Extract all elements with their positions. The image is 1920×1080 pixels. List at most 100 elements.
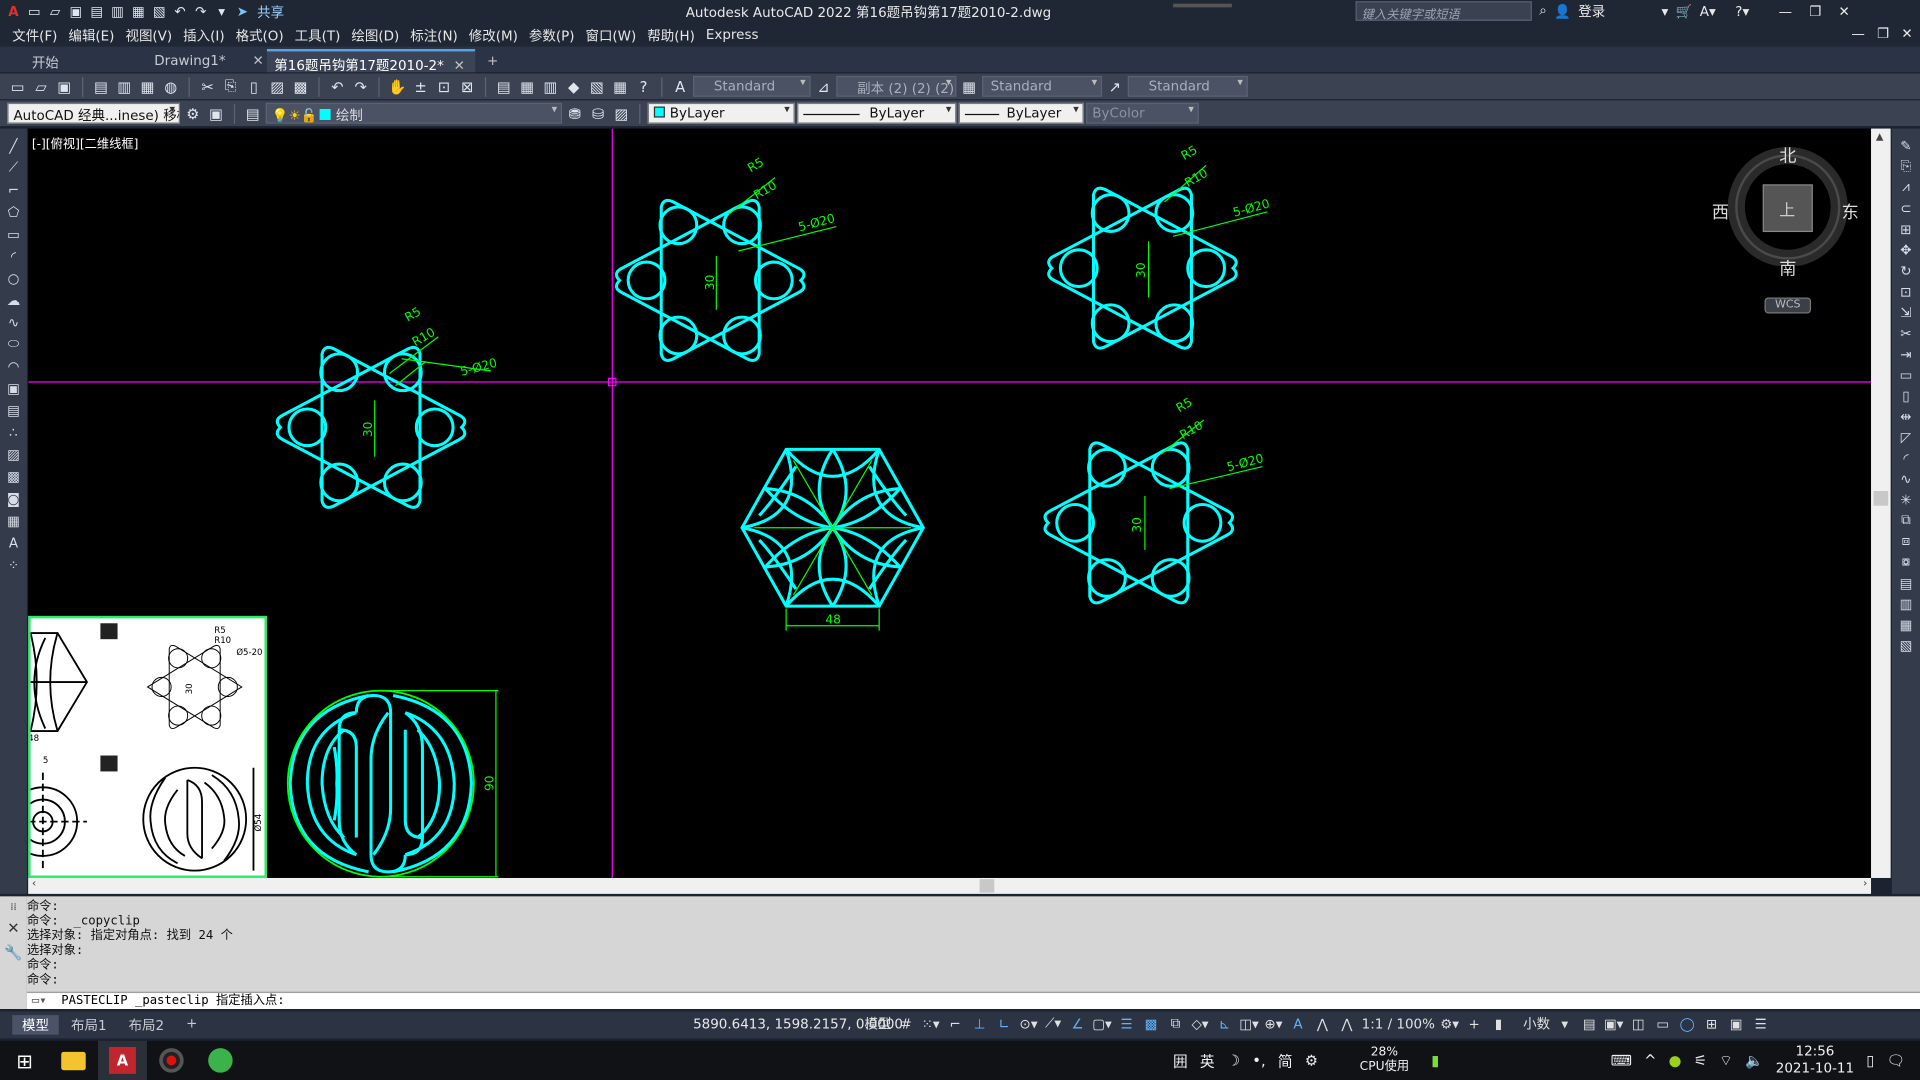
fillet-icon[interactable]: ◜ <box>1896 448 1916 468</box>
viewcube-top-face[interactable]: 上 <box>1779 197 1795 220</box>
isolate-icon[interactable]: ◫ <box>1628 1014 1648 1034</box>
menu-file[interactable]: 文件(F) <box>12 25 68 45</box>
point-icon[interactable]: ∴ <box>4 422 24 442</box>
keyboard-icon[interactable]: ⌨ <box>1611 1052 1632 1069</box>
compass-west[interactable]: 西 <box>1712 200 1729 224</box>
blend-icon[interactable]: ∿ <box>1896 469 1916 489</box>
layer-previous-icon[interactable]: ⛁ <box>588 103 609 124</box>
transparency-icon[interactable]: ▩ <box>1141 1014 1161 1034</box>
open-web-icon[interactable]: ▥ <box>109 3 126 20</box>
green-app-icon[interactable] <box>196 1041 245 1080</box>
hexagon-rosette[interactable]: 48 <box>740 447 926 631</box>
swirl-figure[interactable]: 90 <box>286 689 499 878</box>
save-icon[interactable]: ▣ <box>54 76 75 97</box>
scroll-up-icon[interactable]: ▲ <box>1876 131 1884 142</box>
autocad-taskbar-icon[interactable]: A <box>97 1040 147 1080</box>
reference-image[interactable]: R5 R10 Ø5-20 30 48 5 <box>28 615 267 878</box>
move-icon[interactable]: ✥ <box>1896 240 1916 260</box>
hardware-accel-icon[interactable]: ▭ <box>1653 1014 1673 1034</box>
compass-south[interactable]: 南 <box>1779 256 1796 280</box>
table-style-select[interactable]: Standard ▾ <box>982 75 1103 97</box>
table-icon[interactable]: ▦ <box>4 511 24 531</box>
command-input[interactable]: ▭▾ PASTECLIP _pasteclip 指定插入点: <box>26 991 1920 1009</box>
volume-icon[interactable]: 🔈 <box>1745 1052 1763 1069</box>
share-icon[interactable]: ➤ <box>234 3 251 20</box>
zoom-previous-icon[interactable]: ⊠ <box>457 76 478 97</box>
menu-view[interactable]: 视图(V) <box>125 25 183 45</box>
design-center-icon[interactable]: ▦ <box>517 76 538 97</box>
moon-icon[interactable]: ☽ <box>1227 1052 1240 1069</box>
bring-front-icon[interactable]: ⧈ <box>1896 531 1916 551</box>
help-icon[interactable]: ? <box>633 76 654 97</box>
taskview-icon[interactable]: ▯ <box>1866 1052 1874 1069</box>
dim-style-select[interactable]: 副本 (2) (2) (2) ▾ <box>836 75 957 97</box>
units-value[interactable]: 小数 <box>1523 1014 1550 1034</box>
tray-app-icon[interactable]: ● <box>1669 1052 1682 1069</box>
zoom-window-icon[interactable]: ⊡ <box>433 76 454 97</box>
tab-layout1[interactable]: 布局1 <box>61 1015 116 1035</box>
cpu-meter[interactable]: 28% CPU使用 <box>1360 1046 1409 1075</box>
ortho-icon[interactable]: ∟ <box>994 1014 1014 1034</box>
menu-icon[interactable]: ☰ <box>1751 1014 1771 1034</box>
rotate-icon[interactable]: ↻ <box>1896 261 1916 281</box>
vertical-scroll-thumb[interactable] <box>1873 491 1889 506</box>
make-block-icon[interactable]: ▤ <box>4 400 24 420</box>
scroll-right-icon[interactable]: › <box>1863 878 1867 890</box>
new-icon[interactable]: ▭ <box>26 3 43 20</box>
save-web-icon[interactable]: ▦ <box>130 3 147 20</box>
battery-icon[interactable]: ▮ <box>1431 1052 1439 1069</box>
make-current-icon[interactable]: ⛃ <box>564 103 585 124</box>
menu-window[interactable]: 窗口(W) <box>585 25 647 45</box>
text-style-select[interactable]: Standard ▾ <box>693 75 811 97</box>
mtext-icon[interactable]: A <box>4 533 24 553</box>
horizontal-scroll-thumb[interactable] <box>979 879 995 893</box>
menu-dimension[interactable]: 标注(N) <box>410 25 469 45</box>
cut-icon[interactable]: ✂ <box>197 76 218 97</box>
region-icon[interactable]: ◙ <box>4 489 24 509</box>
add-selected-icon[interactable]: ⁘ <box>4 555 24 575</box>
plot-icon[interactable]: ▤ <box>91 76 112 97</box>
hatch-back-icon[interactable]: ▧ <box>1896 636 1916 656</box>
menu-express[interactable]: Express <box>706 27 770 43</box>
lock-ui-icon[interactable]: ▣▾ <box>1604 1014 1624 1034</box>
preview-icon[interactable]: ▥ <box>114 76 135 97</box>
plot-icon[interactable]: ▧ <box>151 3 168 20</box>
construction-line-icon[interactable]: ⟋ <box>4 158 24 178</box>
line-icon[interactable]: ╱ <box>4 136 24 156</box>
undo-icon[interactable]: ↶ <box>327 76 348 97</box>
model-space-toggle[interactable]: 模型 <box>864 1014 891 1034</box>
minimize-icon[interactable]: — <box>1779 3 1792 19</box>
network-icon[interactable]: ⌔ <box>1719 1051 1733 1069</box>
open-icon[interactable]: ▱ <box>47 3 64 20</box>
layer-state-icon[interactable]: ▨ <box>611 103 632 124</box>
draworder-icon[interactable]: ⧉ <box>1896 511 1916 531</box>
hatch-icon[interactable]: ▨ <box>4 444 24 464</box>
tab-model[interactable]: 模型 <box>12 1015 59 1035</box>
osnap-tracking-icon[interactable]: ∠ <box>1068 1014 1088 1034</box>
ime-tray-icon[interactable]: ⚟ <box>1694 1052 1707 1069</box>
3ddwf-icon[interactable]: ◍ <box>160 76 181 97</box>
login-label[interactable]: 登录 <box>1578 1 1605 21</box>
circle-icon[interactable]: ○ <box>4 268 24 288</box>
scroll-left-icon[interactable]: ‹ <box>32 878 36 890</box>
save-as-icon[interactable]: ▤ <box>88 3 105 20</box>
snap-icon[interactable]: ⁙▾ <box>921 1014 941 1034</box>
redo-icon[interactable]: ↷ <box>192 3 209 20</box>
punctuation-icon[interactable]: •, <box>1252 1052 1265 1069</box>
compass-east[interactable]: 东 <box>1842 200 1859 224</box>
dim-style-icon[interactable]: ⊿ <box>813 76 834 97</box>
open-icon[interactable]: ▱ <box>31 76 52 97</box>
layer-manager-icon[interactable]: ▣ <box>206 103 227 124</box>
annotation-scale-value[interactable]: 1:1 / 100% <box>1362 1016 1435 1032</box>
break-icon[interactable]: ▯ <box>1896 386 1916 406</box>
block-editor-icon[interactable]: ▩ <box>290 76 311 97</box>
search-icon[interactable]: ⌕ <box>1539 2 1547 19</box>
menu-modify[interactable]: 修改(M) <box>469 25 529 45</box>
drawing-canvas[interactable]: [-][俯视][二维线框] R5 R10 5-Ø20 30 R5 R10 5-Ø… <box>28 128 1872 878</box>
menu-draw[interactable]: 绘图(D) <box>351 25 410 45</box>
osnap-icon[interactable]: ▢▾ <box>1092 1014 1112 1034</box>
plus-icon[interactable]: + <box>1464 1014 1484 1034</box>
annotation-scale-icon[interactable]: ⋀ <box>1337 1014 1357 1034</box>
below-icon[interactable]: ▥ <box>1896 594 1916 614</box>
mleader-style-icon[interactable]: ↗ <box>1104 76 1125 97</box>
